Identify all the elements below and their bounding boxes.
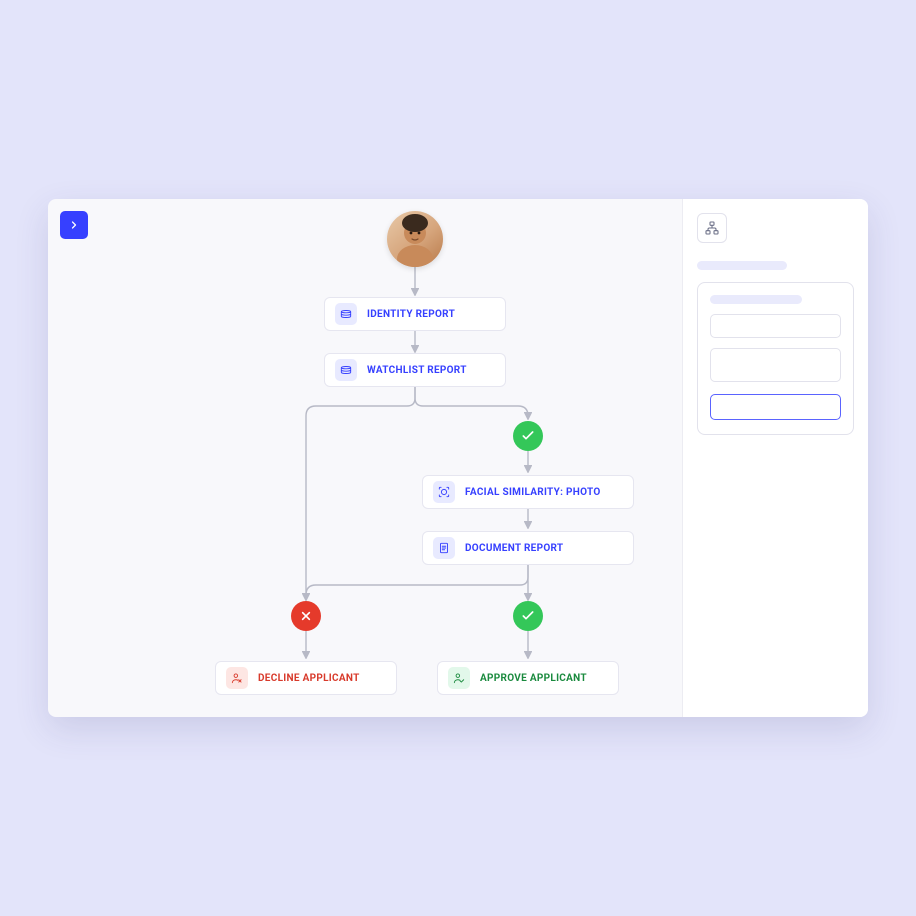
inspector-primary-button[interactable] <box>710 394 841 420</box>
inspector-panel <box>682 199 868 717</box>
decision-pass <box>513 421 543 451</box>
user-check-icon <box>448 667 470 689</box>
step-label: IDENTITY REPORT <box>367 309 455 320</box>
inspector-field-placeholder <box>710 295 802 304</box>
step-watchlist-report[interactable]: WATCHLIST REPORT <box>324 353 506 387</box>
applicant-avatar <box>387 211 443 267</box>
flow-edges <box>48 199 682 717</box>
sitemap-icon <box>704 220 720 236</box>
decision-pass <box>513 601 543 631</box>
check-icon <box>520 608 536 624</box>
x-icon <box>298 608 314 624</box>
step-label: FACIAL SIMILARITY: PHOTO <box>465 487 601 498</box>
view-mode-button[interactable] <box>697 213 727 243</box>
decision-fail <box>291 601 321 631</box>
face-scan-icon <box>433 481 455 503</box>
inspector-card <box>697 282 854 435</box>
inspector-input[interactable] <box>710 314 841 338</box>
step-facial-similarity[interactable]: FACIAL SIMILARITY: PHOTO <box>422 475 634 509</box>
step-label: DOCUMENT REPORT <box>465 543 563 554</box>
step-identity-report[interactable]: IDENTITY REPORT <box>324 297 506 331</box>
check-icon <box>520 428 536 444</box>
step-label: APPROVE APPLICANT <box>480 673 587 684</box>
inspector-title-placeholder <box>697 261 787 270</box>
chevron-right-icon <box>68 219 80 231</box>
report-icon <box>335 303 357 325</box>
step-document-report[interactable]: DOCUMENT REPORT <box>422 531 634 565</box>
workflow-canvas[interactable]: IDENTITY REPORT WATCHLIST REPORT FACIAL … <box>48 199 682 717</box>
document-icon <box>433 537 455 559</box>
step-label: WATCHLIST REPORT <box>367 365 467 376</box>
step-label: DECLINE APPLICANT <box>258 673 360 684</box>
step-decline-applicant[interactable]: DECLINE APPLICANT <box>215 661 397 695</box>
inspector-textarea[interactable] <box>710 348 841 382</box>
app-window: IDENTITY REPORT WATCHLIST REPORT FACIAL … <box>48 199 868 717</box>
report-icon <box>335 359 357 381</box>
expand-sidebar-button[interactable] <box>60 211 88 239</box>
user-x-icon <box>226 667 248 689</box>
step-approve-applicant[interactable]: APPROVE APPLICANT <box>437 661 619 695</box>
